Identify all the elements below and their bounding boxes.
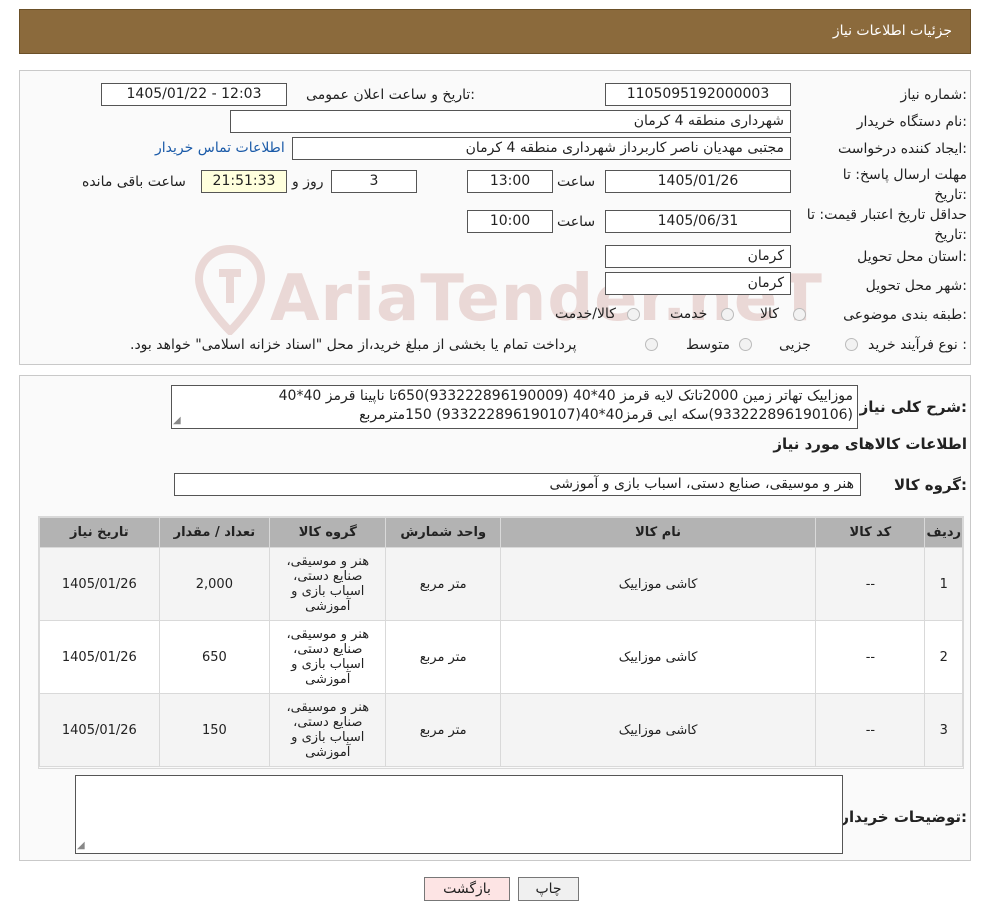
city-field: کرمان [605, 272, 791, 295]
cell-row-no: 3 [924, 693, 963, 767]
back-button[interactable]: بازگشت [424, 877, 510, 901]
cell-group: هنر و موسیقی، صنایع دستی، اسباب بازی و آ… [269, 693, 387, 767]
cell-name: کاشی موزاییک [499, 547, 817, 621]
resize-handle-icon[interactable]: ◢ [173, 415, 181, 426]
cell-code: -- [815, 693, 926, 767]
cell-unit: متر مربع [385, 693, 501, 767]
buyer-org-field: شهرداری منطقه 4 کرمان [230, 110, 791, 133]
process-option-medium: متوسط [686, 337, 730, 353]
cell-row-no: 1 [924, 547, 963, 621]
city-label: شهر محل تحویل: [865, 278, 967, 294]
treasury-payment-note: پرداخت تمام یا بخشی از مبلغ خرید،از محل … [130, 337, 577, 353]
page-header: جزئیات اطلاعات نیاز [19, 9, 971, 54]
col-header-quantity: تعداد / مقدار [158, 517, 271, 548]
cell-need-date: 1405/01/26 [39, 693, 160, 767]
process-radio-treasury[interactable] [645, 338, 658, 351]
buyer-contact-link[interactable]: اطلاعات تماس خریدار [155, 140, 285, 156]
announce-datetime-field: 1405/01/22 - 12:03 [101, 83, 287, 106]
process-radio-minor[interactable] [845, 338, 858, 351]
category-option-goods-service: کالا/خدمت [555, 306, 616, 322]
notes-resize-handle-icon[interactable]: ◢ [77, 840, 85, 851]
watermark-logo-icon [194, 244, 266, 337]
category-radio-goods-service[interactable] [627, 308, 640, 321]
validity-label: حداقل تاریخ اعتبار قیمت: تا تاریخ: [806, 207, 967, 243]
days-remaining-field: 3 [331, 170, 417, 193]
page-title: جزئیات اطلاعات نیاز [832, 23, 952, 39]
deadline-label: مهلت ارسال پاسخ: تا تاریخ: [842, 167, 967, 203]
cell-code: -- [815, 620, 926, 694]
table-row: 2 -- کاشی موزاییک متر مربع هنر و موسیقی،… [39, 620, 963, 694]
deadline-time-field: 13:00 [467, 170, 553, 193]
remaining-time-label: ساعت باقی مانده [82, 174, 186, 190]
table-row: 3 -- کاشی موزاییک متر مربع هنر و موسیقی،… [39, 693, 963, 767]
deadline-date-field: 1405/01/26 [605, 170, 791, 193]
cell-quantity: 150 [158, 693, 271, 767]
goods-group-label: گروه کالا: [894, 476, 967, 494]
cell-group: هنر و موسیقی، صنایع دستی، اسباب بازی و آ… [269, 620, 387, 694]
goods-info-title: اطلاعات کالاهای مورد نیاز [773, 435, 967, 453]
goods-group-field: هنر و موسیقی، صنایع دستی، اسباب بازی و آ… [174, 473, 861, 496]
remaining-time-field: 21:51:33 [201, 170, 287, 193]
category-label: طبقه بندی موضوعی: [843, 307, 967, 323]
cell-name: کاشی موزاییک [499, 693, 817, 767]
process-type-label: نوع فرآیند خرید : [868, 337, 967, 353]
need-summary-textarea[interactable]: موزاییک تهاتر زمین 2000تاتک لایه قرمز 40… [171, 385, 858, 429]
cell-need-date: 1405/01/26 [39, 547, 160, 621]
cell-quantity: 650 [158, 620, 271, 694]
table-row: 1 -- کاشی موزاییک متر مربع هنر و موسیقی،… [39, 547, 963, 621]
validity-time-label: ساعت [557, 214, 596, 230]
province-label: استان محل تحویل: [857, 249, 967, 265]
process-option-minor: جزیی [779, 337, 811, 353]
col-header-name: نام کالا [499, 517, 817, 548]
validity-date-field: 1405/06/31 [605, 210, 791, 233]
cell-need-date: 1405/01/26 [39, 620, 160, 694]
requester-label: ایجاد کننده درخواست: [838, 141, 967, 157]
col-header-code: کد کالا [815, 517, 926, 548]
buyer-org-label: نام دستگاه خریدار: [856, 114, 967, 130]
buyer-notes-textarea[interactable] [75, 775, 843, 854]
need-summary-line-1: موزاییک تهاتر زمین 2000تاتک لایه قرمز 40… [278, 388, 853, 404]
deadline-time-label: ساعت [557, 174, 596, 190]
announce-label: تاریخ و ساعت اعلان عمومی: [306, 87, 475, 103]
category-radio-service[interactable] [721, 308, 734, 321]
category-option-service: خدمت [670, 306, 708, 322]
need-summary-label: شرح کلی نیاز: [859, 398, 967, 416]
cell-unit: متر مربع [385, 620, 501, 694]
goods-table-frame: ردیف کد کالا نام کالا واحد شمارش گروه کا… [38, 516, 964, 769]
need-number-field: 1105095192000003 [605, 83, 791, 106]
col-header-need-date: تاریخ نیاز [39, 517, 160, 548]
goods-table-header: ردیف کد کالا نام کالا واحد شمارش گروه کا… [39, 517, 963, 548]
need-summary-line-2: (933222896190106)سکه ایی قرمز40*40(93322… [359, 407, 853, 423]
cell-group: هنر و موسیقی، صنایع دستی، اسباب بازی و آ… [269, 547, 387, 621]
requester-field: مجتبی مهدیان ناصر کاربرداز شهرداری منطقه… [292, 137, 791, 160]
print-button[interactable]: چاپ [518, 877, 579, 901]
category-option-goods: کالا [760, 306, 779, 322]
col-header-unit: واحد شمارش [385, 517, 501, 548]
cell-quantity: 2,000 [158, 547, 271, 621]
province-field: کرمان [605, 245, 791, 268]
col-header-group: گروه کالا [269, 517, 387, 548]
days-label: روز و [292, 174, 324, 190]
category-radio-goods[interactable] [793, 308, 806, 321]
buyer-notes-label: توضیحات خریدار: [840, 808, 967, 826]
cell-unit: متر مربع [385, 547, 501, 621]
cell-name: کاشی موزاییک [499, 620, 817, 694]
col-header-row-no: ردیف [924, 517, 963, 548]
process-radio-medium[interactable] [739, 338, 752, 351]
cell-row-no: 2 [924, 620, 963, 694]
goods-table: ردیف کد کالا نام کالا واحد شمارش گروه کا… [39, 517, 963, 767]
cell-code: -- [815, 547, 926, 621]
need-number-label: شماره نیاز: [900, 87, 967, 103]
validity-time-field: 10:00 [467, 210, 553, 233]
